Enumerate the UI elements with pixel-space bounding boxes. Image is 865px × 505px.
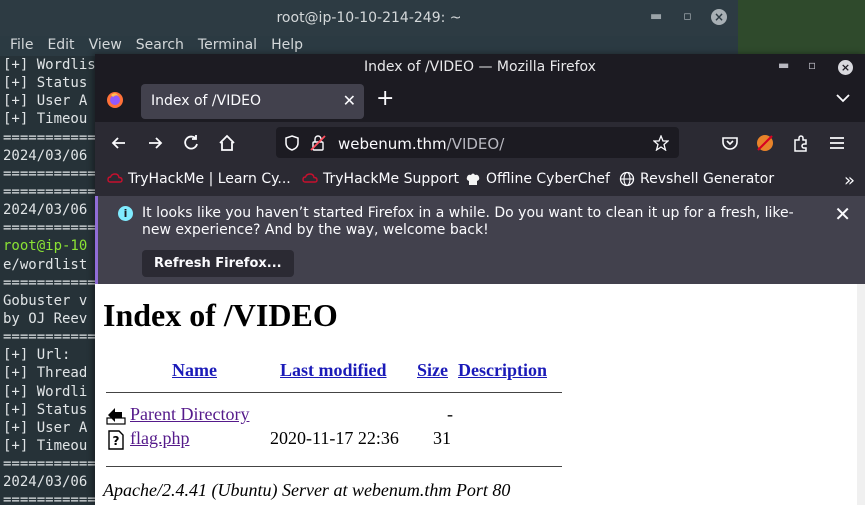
bookmark-label: TryHackMe | Learn Cy... — [128, 171, 291, 187]
menu-search[interactable]: Search — [126, 36, 184, 56]
url-bar[interactable]: webenum.thm/VIDEO/ — [276, 127, 679, 158]
maximize-icon[interactable]: ▫ — [683, 9, 692, 24]
shield-icon[interactable] — [284, 135, 300, 151]
bookmark-label: Offline CyberChef — [486, 171, 610, 187]
tab-close-icon[interactable]: ✕ — [343, 91, 356, 110]
column-name-link[interactable]: Name — [172, 360, 217, 381]
bookmark-tryhackme[interactable]: TryHackMe | Learn Cy... — [107, 171, 291, 187]
terminal-title: root@ip-10-10-214-249: ~ — [276, 10, 462, 26]
reload-icon[interactable] — [181, 133, 201, 153]
menu-view[interactable]: View — [79, 36, 122, 56]
page-scrollbar[interactable] — [857, 284, 865, 505]
column-modified-link[interactable]: Last modified — [280, 360, 387, 381]
file-size: 31 — [433, 428, 451, 448]
close-icon[interactable]: ✕ — [834, 202, 851, 226]
file-modified: 2020-11-17 22:36 — [270, 428, 399, 448]
window-title: Index of /VIDEO — Mozilla Firefox — [364, 59, 596, 75]
bookmark-label: Revshell Generator — [640, 171, 775, 187]
bookmark-cyberchef[interactable]: Offline CyberChef — [465, 171, 610, 187]
unknown-file-icon: ? — [108, 430, 124, 450]
column-size-link[interactable]: Size — [417, 360, 448, 381]
menu-terminal[interactable]: Terminal — [188, 36, 257, 56]
refresh-notification: i It looks like you haven’t started Fire… — [95, 196, 865, 284]
tryhackme-icon — [107, 173, 123, 183]
bookmark-tryhackme-support[interactable]: TryHackMe Support — [302, 171, 459, 187]
pocket-icon[interactable] — [720, 133, 740, 153]
terminal-titlebar[interactable]: root@ip-10-10-214-249: ~ ▬ ▫ × — [0, 0, 738, 36]
globe-icon — [619, 171, 635, 187]
bookmark-label: TryHackMe Support — [323, 171, 459, 187]
foxyproxy-icon[interactable] — [755, 133, 775, 153]
notification-text: It looks like you haven’t started Firefo… — [142, 205, 794, 238]
chevron-down-icon[interactable] — [835, 90, 851, 106]
home-icon[interactable] — [217, 133, 237, 153]
forward-icon[interactable] — [145, 133, 165, 153]
svg-text:?: ? — [113, 434, 120, 448]
refresh-firefox-button[interactable]: Refresh Firefox... — [142, 250, 294, 277]
menu-icon[interactable] — [827, 133, 847, 153]
minimize-icon[interactable]: ▬ — [650, 9, 662, 24]
menu-help[interactable]: Help — [261, 36, 303, 56]
chef-hat-icon — [466, 173, 480, 185]
menu-file[interactable]: File — [0, 36, 33, 56]
tab-index-of-video[interactable]: Index of /VIDEO ✕ — [141, 84, 364, 119]
parent-directory-icon — [106, 408, 126, 425]
bookmark-revshell[interactable]: Revshell Generator — [619, 171, 774, 187]
menu-edit[interactable]: Edit — [37, 36, 74, 56]
minimize-icon[interactable]: ▬ — [778, 58, 789, 72]
divider — [106, 466, 562, 467]
extensions-icon[interactable] — [791, 133, 811, 153]
close-icon[interactable]: × — [711, 9, 727, 25]
back-icon[interactable] — [109, 133, 129, 153]
tryhackme-icon — [302, 173, 318, 183]
divider — [106, 392, 562, 393]
firefox-titlebar[interactable]: Index of /VIDEO — Mozilla Firefox ▬ ▫ × — [95, 54, 865, 80]
new-tab-icon[interactable]: + — [376, 87, 394, 111]
tab-label: Index of /VIDEO — [151, 93, 262, 109]
url-host: webenum.thm — [338, 135, 447, 153]
terminal-menubar: File Edit View Search Terminal Help — [0, 36, 738, 56]
column-description-link[interactable]: Description — [458, 360, 547, 381]
tab-bar: Index of /VIDEO ✕ + — [95, 80, 865, 122]
page-content: Index of /VIDEO Name Last modified Size … — [95, 284, 857, 505]
navigation-bar: webenum.thm/VIDEO/ — [95, 122, 865, 164]
insecure-lock-icon[interactable] — [310, 135, 326, 151]
back-arrow-icon — [106, 459, 126, 479]
url-text: webenum.thm/VIDEO/ — [338, 135, 504, 153]
info-icon: i — [118, 206, 133, 221]
bookmarks-overflow-icon[interactable]: » — [844, 170, 855, 191]
page-title: Index of /VIDEO — [103, 297, 338, 333]
maximize-icon[interactable]: ▫ — [808, 58, 816, 72]
firefox-window: Index of /VIDEO — Mozilla Firefox ▬ ▫ × … — [95, 54, 865, 505]
parent-directory-link[interactable]: Parent Directory — [130, 404, 249, 425]
bookmarks-toolbar: TryHackMe | Learn Cy... TryHackMe Suppor… — [95, 164, 865, 196]
url-path: /VIDEO/ — [446, 135, 505, 153]
firefox-view-icon[interactable] — [103, 88, 127, 112]
parent-size: - — [447, 404, 453, 424]
star-icon[interactable] — [653, 135, 669, 151]
close-icon[interactable]: × — [838, 60, 853, 75]
file-link-flag-php[interactable]: flag.php — [130, 428, 189, 449]
server-signature: Apache/2.4.41 (Ubuntu) Server at webenum… — [103, 480, 511, 500]
